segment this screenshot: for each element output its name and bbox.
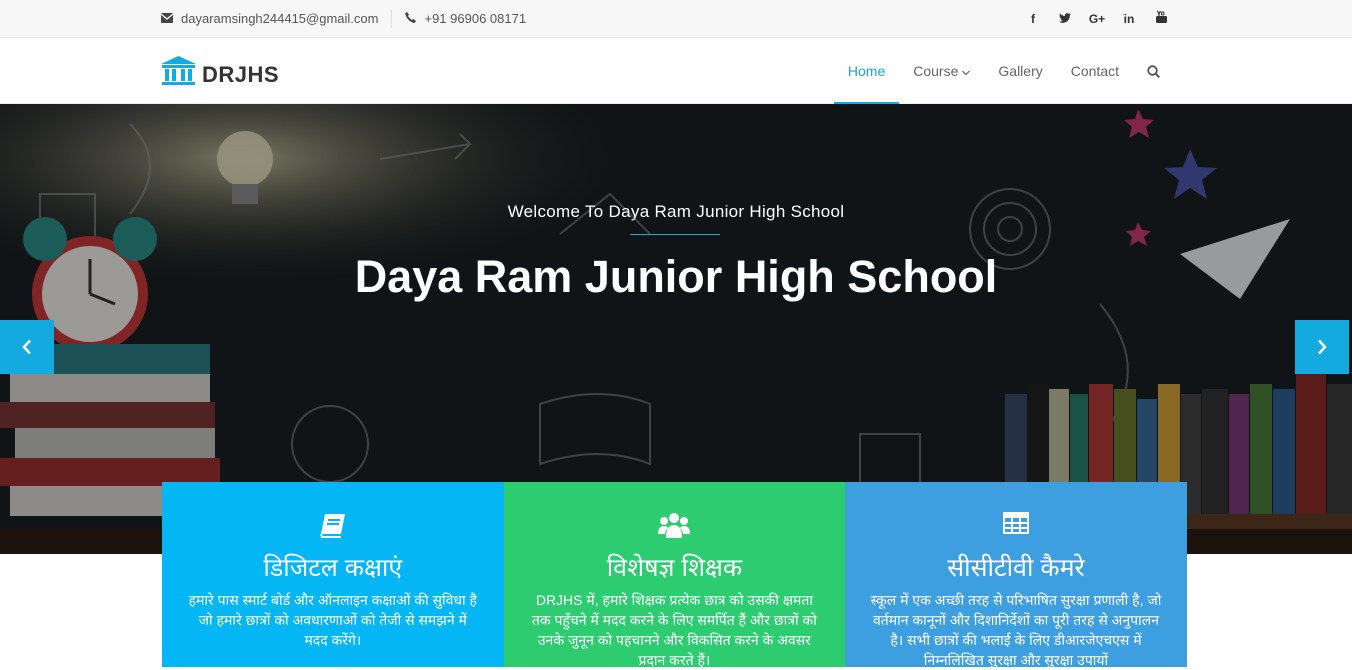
- slider-prev-button[interactable]: [0, 320, 54, 374]
- feature-card-digital-classes: डिजिटल कक्षाएं हमारे पास स्मार्ट बोर्ड औ…: [162, 482, 504, 667]
- feature-card-expert-teachers: विशेषज्ञ शिक्षक DRJHS में, हमारे शिक्षक …: [503, 482, 846, 668]
- contact-info: dayaramsingh244415@gmail.com +91 96906 0…: [160, 0, 526, 37]
- main-navbar: DRJHS Home Course Gallery Contact: [0, 38, 1352, 104]
- feature-text: स्कूल में एक अच्छी तरह से परिभाषित सुरक्…: [870, 592, 1162, 668]
- feature-title: विशेषज्ञ शिक्षक: [606, 554, 743, 582]
- social-links: f G+ in: [1017, 0, 1177, 37]
- nav-contact[interactable]: Contact: [1057, 38, 1133, 104]
- chevron-down-icon: [962, 63, 971, 79]
- feature-title: सीसीटीवी कैमरे: [947, 554, 1085, 582]
- feature-title: डिजिटल कक्षाएं: [263, 554, 403, 582]
- facebook-icon[interactable]: f: [1017, 12, 1049, 26]
- feature-text: हमारे पास स्मार्ट बोर्ड और ऑनलाइन कक्षाओ…: [188, 592, 477, 648]
- twitter-icon[interactable]: [1049, 12, 1081, 26]
- hero-title: Daya Ram Junior High School: [354, 251, 998, 302]
- institution-icon: [161, 56, 196, 93]
- google-plus-icon[interactable]: G+: [1081, 12, 1113, 26]
- hero-subtitle: Welcome To Daya Ram Junior High School: [507, 202, 845, 221]
- phone-number[interactable]: +91 96906 08171: [424, 11, 526, 26]
- search-icon[interactable]: [1133, 38, 1174, 104]
- table-icon: [845, 512, 1187, 542]
- chevron-right-icon: [1318, 339, 1327, 355]
- nav-course-label: Course: [913, 63, 959, 79]
- envelope-icon: [160, 12, 174, 26]
- hero-divider: [630, 234, 720, 235]
- feature-text: DRJHS में, हमारे शिक्षक प्रत्येक छात्र क…: [531, 592, 817, 668]
- chevron-left-icon: [22, 339, 31, 355]
- brand-name: DRJHS: [202, 61, 280, 87]
- linkedin-icon[interactable]: in: [1113, 12, 1145, 26]
- book-icon: [162, 512, 504, 542]
- top-bar: dayaramsingh244415@gmail.com +91 96906 0…: [0, 0, 1352, 38]
- slider-next-button[interactable]: [1295, 320, 1349, 374]
- users-icon: [504, 512, 846, 542]
- feature-card-cctv: सीसीटीवी कैमरे स्कूल में एक अच्छी तरह से…: [845, 482, 1187, 668]
- nav-home[interactable]: Home: [833, 38, 900, 104]
- nav-gallery[interactable]: Gallery: [984, 38, 1056, 104]
- feature-cards: डिजिटल कक्षाएं हमारे पास स्मार्ट बोर्ड औ…: [162, 482, 1187, 668]
- brand-logo[interactable]: DRJHS: [161, 56, 279, 93]
- nav-menu: Home Course Gallery Contact: [833, 38, 1174, 104]
- phone-icon: [405, 11, 417, 26]
- youtube-icon[interactable]: [1145, 10, 1177, 26]
- divider: [391, 9, 393, 28]
- email-link[interactable]: dayaramsingh244415@gmail.com: [181, 11, 378, 26]
- nav-course[interactable]: Course: [899, 38, 984, 104]
